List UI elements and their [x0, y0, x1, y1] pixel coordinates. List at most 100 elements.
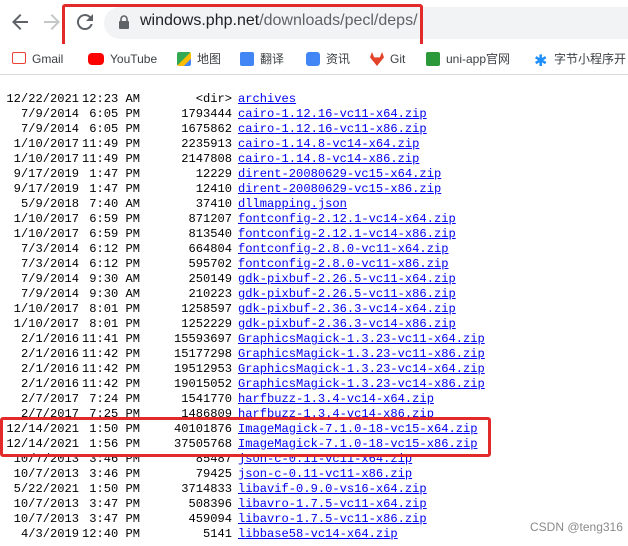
listing-date: 7/3/2014: [20, 257, 79, 271]
file-link[interactable]: dllmapping.json: [238, 197, 347, 212]
listing-date: 12/22/2021: [6, 92, 79, 106]
listing-size: 210223: [188, 287, 232, 301]
file-link[interactable]: fontconfig-2.8.0-vc11-x86.zip: [238, 257, 448, 272]
maps-icon: [177, 52, 191, 66]
bookmark-gmail[interactable]: Gmail: [12, 50, 63, 68]
listing-size: 15177298: [173, 347, 232, 361]
listing-time: 6:59 PM: [89, 227, 140, 241]
listing-time: 11:41 PM: [81, 332, 140, 346]
listing-date: 2/7/2017: [20, 392, 79, 406]
listing-date: 7/9/2014: [20, 122, 79, 136]
file-link[interactable]: GraphicsMagick-1.3.23-vc14-x64.zip: [238, 362, 485, 377]
listing-row: 2/1/2016 11:41 PM 15593697 GraphicsMagick-1…: [0, 332, 628, 347]
listing-date: 10/7/2013: [13, 512, 79, 526]
bookmark-label: 字节小程序开: [554, 52, 627, 66]
file-link[interactable]: fontconfig-2.8.0-vc11-x64.zip: [238, 242, 448, 257]
file-link[interactable]: gdk-pixbuf-2.36.3-vc14-x64.zip: [238, 302, 456, 317]
listing-date: 10/7/2013: [13, 497, 79, 511]
file-link[interactable]: libbase58-vc14-x64.zip: [238, 527, 398, 542]
listing-size: <dir>: [195, 92, 232, 106]
file-link[interactable]: cairo-1.14.8-vc14-x64.zip: [238, 137, 419, 152]
listing-size: 12410: [195, 182, 232, 196]
listing-row: 1/10/2017 11:49 PM 2235913 cairo-1.14.8-vc1…: [0, 137, 628, 152]
listing-time: 12:40 PM: [81, 527, 140, 541]
bookmark-git[interactable]: Git: [370, 50, 405, 68]
listing-date: 5/9/2018: [20, 197, 79, 211]
file-link[interactable]: harfbuzz-1.3.4-vc14-x64.zip: [238, 392, 434, 407]
file-link[interactable]: libavro-1.7.5-vc11-x86.zip: [238, 512, 427, 527]
listing-size: 871207: [188, 212, 232, 226]
file-link[interactable]: gdk-pixbuf-2.26.5-vc11-x86.zip: [238, 287, 456, 302]
file-link[interactable]: dirent-20080629-vc15-x64.zip: [238, 167, 441, 182]
listing-size: 1675862: [181, 122, 232, 136]
listing-size: 79425: [195, 467, 232, 481]
listing-date: 2/1/2016: [20, 362, 79, 376]
listing-time: 11:42 PM: [81, 347, 140, 361]
listing-size: 664804: [188, 242, 232, 256]
file-link[interactable]: cairo-1.12.16-vc11-x64.zip: [238, 107, 427, 122]
file-link[interactable]: GraphicsMagick-1.3.23-vc11-x86.zip: [238, 347, 485, 362]
listing-row: 10/7/2013 3:46 PM 79425 json-c-0.11-vc11-x8…: [0, 467, 628, 482]
file-link[interactable]: gdk-pixbuf-2.26.5-vc11-x64.zip: [238, 272, 456, 287]
file-link[interactable]: GraphicsMagick-1.3.23-vc14-x86.zip: [238, 377, 485, 392]
listing-size: 2147808: [181, 152, 232, 166]
youtube-icon: [88, 53, 104, 65]
listing-date: 7/3/2014: [20, 242, 79, 256]
file-link[interactable]: GraphicsMagick-1.3.23-vc11-x64.zip: [238, 332, 485, 347]
file-link[interactable]: libavif-0.9.0-vs16-x64.zip: [238, 482, 427, 497]
listing-row: 7/9/2014 9:30 AM 210223 gdk-pixbuf-2.26.5-v…: [0, 287, 628, 302]
listing-time: 6:59 PM: [89, 212, 140, 226]
listing-size: 595702: [188, 257, 232, 271]
bookmark-label: uni-app官网: [446, 52, 511, 66]
file-link[interactable]: dirent-20080629-vc15-x86.zip: [238, 182, 441, 197]
listing-time: 6:05 PM: [89, 107, 140, 121]
listing-time: 1:50 PM: [89, 482, 140, 496]
bookmark-news[interactable]: 资讯: [306, 50, 350, 68]
listing-date: 1/10/2017: [13, 302, 79, 316]
forward-arrow-icon[interactable]: [40, 10, 64, 34]
listing-date: 4/3/2019: [20, 527, 79, 541]
listing-time: 7:24 PM: [89, 392, 140, 406]
url-highlight-box: [62, 4, 423, 49]
bookmark-label: Gmail: [32, 52, 64, 66]
file-link[interactable]: libavro-1.7.5-vc11-x64.zip: [238, 497, 427, 512]
listing-size: 508396: [188, 497, 232, 511]
bookmark-uniapp[interactable]: uni-app官网: [426, 50, 510, 68]
listing-row: 7/3/2014 6:12 PM 664804 fontconfig-2.8.0-vc…: [0, 242, 628, 257]
listing-time: 3:47 PM: [89, 497, 140, 511]
bookmark-bytedance[interactable]: ✱ 字节小程序开: [534, 50, 627, 70]
file-link[interactable]: cairo-1.12.16-vc11-x86.zip: [238, 122, 427, 137]
listing-date: 2/1/2016: [20, 332, 79, 346]
listing-size: 1252229: [181, 317, 232, 331]
listing-date: 5/22/2021: [13, 482, 79, 496]
listing-date: 9/17/2019: [13, 167, 79, 181]
file-link[interactable]: cairo-1.14.8-vc14-x86.zip: [238, 152, 419, 167]
listing-time: 6:12 PM: [89, 257, 140, 271]
listing-date: 7/9/2014: [20, 107, 79, 121]
listing-time: 7:40 AM: [89, 197, 140, 211]
file-link[interactable]: archives: [238, 92, 296, 107]
listing-row: 10/7/2013 3:47 PM 508396 libavro-1.7.5-vc11…: [0, 497, 628, 512]
listing-date: 1/10/2017: [13, 152, 79, 166]
bookmark-label: 翻译: [260, 52, 285, 66]
listing-date: 1/10/2017: [13, 212, 79, 226]
listing-row: 5/22/2021 1:50 PM 3714833 libavif-0.9.0-vs1…: [0, 482, 628, 497]
bookmark-translate[interactable]: 翻译: [240, 50, 284, 68]
listing-date: 9/17/2019: [13, 182, 79, 196]
listing-date: 2/1/2016: [20, 377, 79, 391]
listing-time: 1:47 PM: [89, 167, 140, 181]
file-link[interactable]: gdk-pixbuf-2.36.3-vc14-x86.zip: [238, 317, 456, 332]
listing-time: 6:12 PM: [89, 242, 140, 256]
file-link[interactable]: fontconfig-2.12.1-vc14-x86.zip: [238, 227, 456, 242]
listing-row: 1/10/2017 11:49 PM 2147808 cairo-1.14.8-vc1…: [0, 152, 628, 167]
file-link[interactable]: json-c-0.11-vc11-x86.zip: [238, 467, 412, 482]
listing-row: 1/10/2017 8:01 PM 1258597 gdk-pixbuf-2.36.3…: [0, 302, 628, 317]
bookmark-youtube[interactable]: YouTube: [88, 50, 157, 68]
listing-time: 9:30 AM: [89, 287, 140, 301]
back-arrow-icon[interactable]: [8, 10, 32, 34]
listing-time: 1:47 PM: [89, 182, 140, 196]
listing-time: 8:01 PM: [89, 302, 140, 316]
listing-size: 250149: [188, 272, 232, 286]
file-link[interactable]: fontconfig-2.12.1-vc14-x64.zip: [238, 212, 456, 227]
bookmark-maps[interactable]: 地图: [177, 50, 221, 68]
